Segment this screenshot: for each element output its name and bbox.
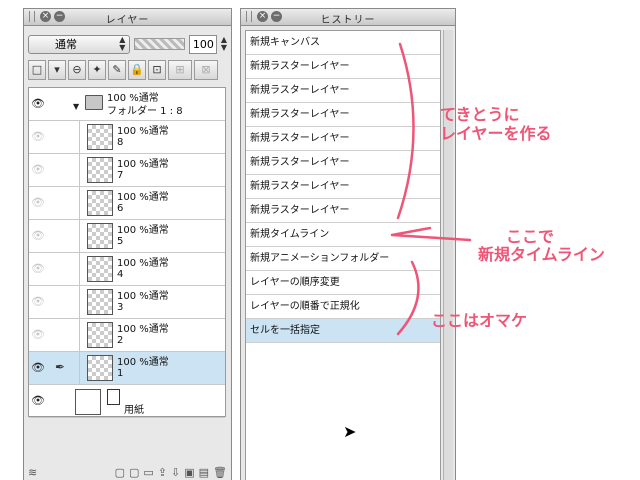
mouse-cursor-icon: ➤ [343, 422, 357, 441]
annotation-note-timeline-line2: 新規タイムライン [478, 245, 605, 264]
annotation-text: てきとうに レイヤーを作る [440, 105, 552, 143]
arrow-to-timeline [390, 226, 472, 242]
annotation-note-extra: ここはオマケ [431, 311, 528, 330]
screen: × − レイヤー 通常 ▲ ▼ 100 ▲ ▼ □ ▾ ⊖ ✦ ✎ 🔒 ⊡ ⊞ ⊠ [0, 0, 640, 480]
annotation-note-create-layers: てきとうに レイヤーを作る [440, 105, 552, 143]
bracket-curve-top [396, 42, 415, 220]
annotation-note-timeline-line1: ここで [506, 227, 555, 246]
bracket-curve-bottom [396, 260, 420, 336]
